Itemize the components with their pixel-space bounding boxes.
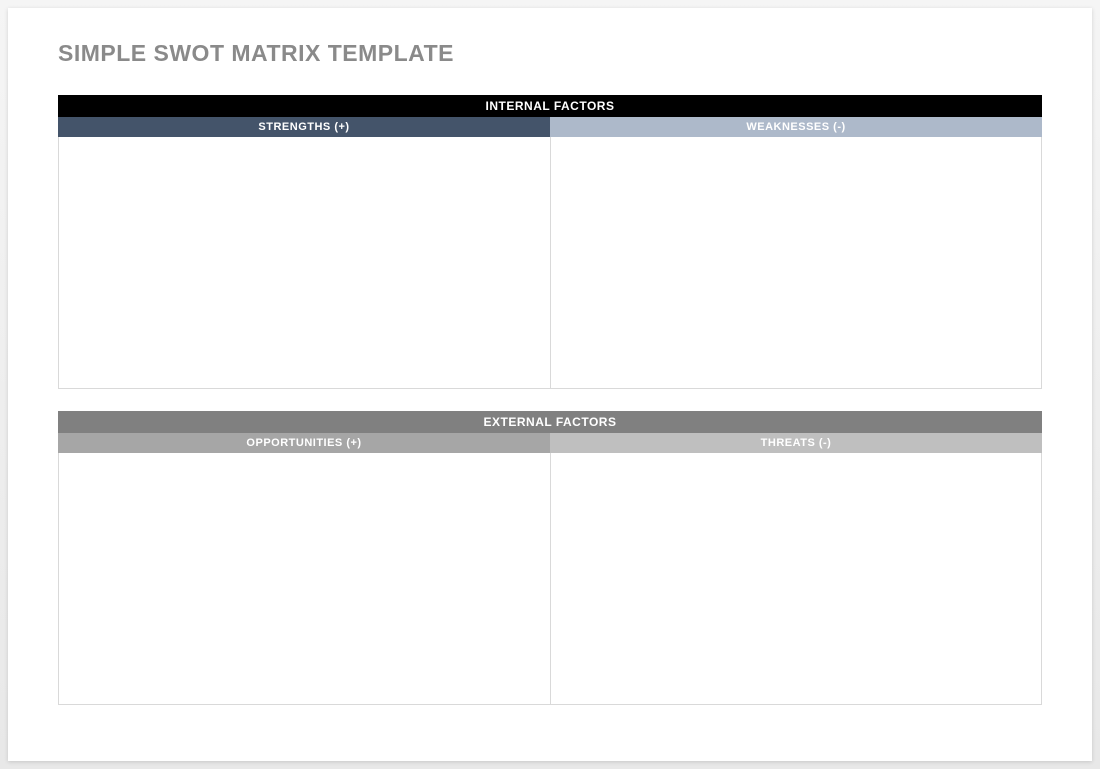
weaknesses-header: WEAKNESSES (-) [550,117,1042,137]
threats-header: THREATS (-) [550,433,1042,453]
internal-factors-section: INTERNAL FACTORS STRENGTHS (+) WEAKNESSE… [58,95,1042,389]
strengths-cell[interactable] [58,137,550,389]
internal-cells [58,137,1042,389]
external-header: EXTERNAL FACTORS [58,411,1042,433]
opportunities-header: OPPORTUNITIES (+) [58,433,550,453]
document-page: SIMPLE SWOT MATRIX TEMPLATE INTERNAL FAC… [8,8,1092,761]
internal-columns-headers: STRENGTHS (+) WEAKNESSES (-) [58,117,1042,137]
page-title: SIMPLE SWOT MATRIX TEMPLATE [58,40,1042,67]
external-factors-section: EXTERNAL FACTORS OPPORTUNITIES (+) THREA… [58,411,1042,705]
external-cells [58,453,1042,705]
strengths-header: STRENGTHS (+) [58,117,550,137]
weaknesses-cell[interactable] [550,137,1043,389]
external-columns-headers: OPPORTUNITIES (+) THREATS (-) [58,433,1042,453]
threats-cell[interactable] [550,453,1043,705]
internal-header: INTERNAL FACTORS [58,95,1042,117]
opportunities-cell[interactable] [58,453,550,705]
